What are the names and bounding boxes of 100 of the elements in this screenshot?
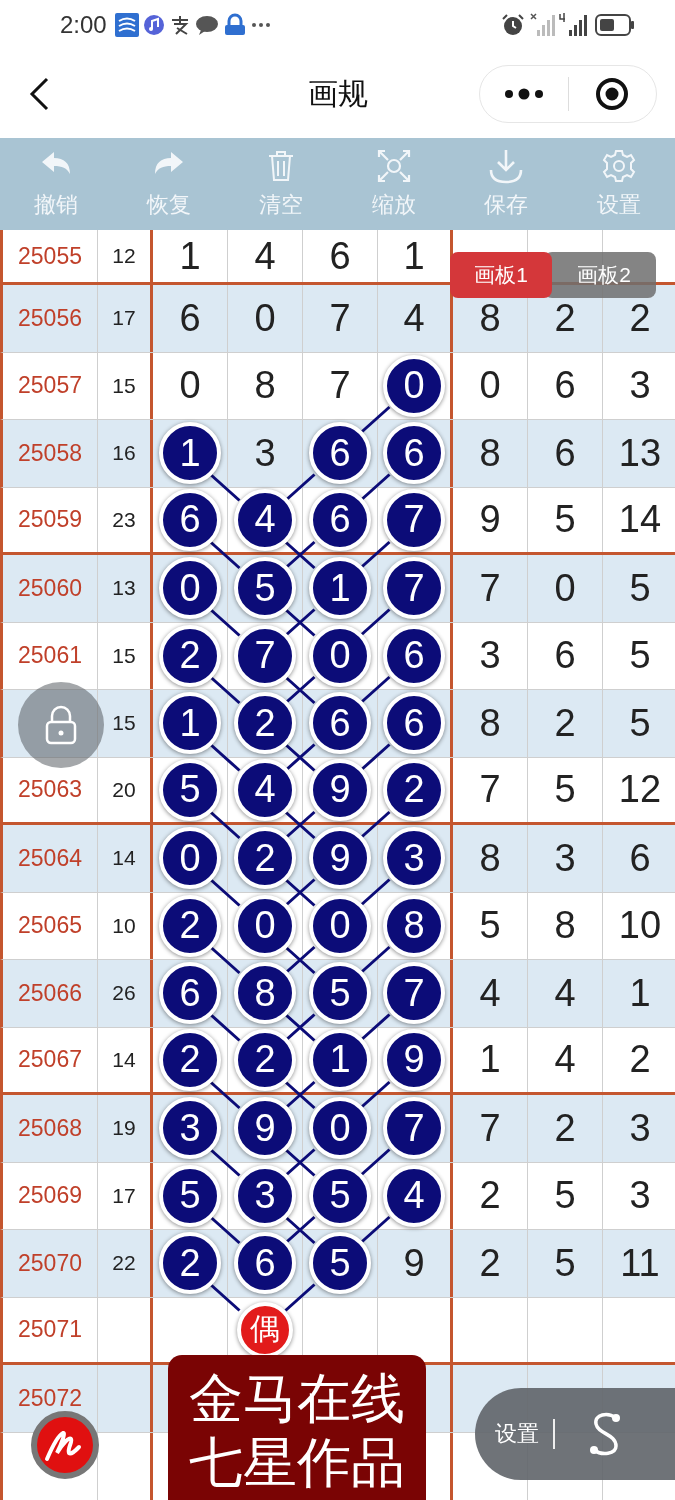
- table-cell: 1: [453, 1027, 528, 1092]
- marked-number[interactable]: 6: [309, 422, 371, 485]
- period-cell: 25057: [3, 352, 98, 419]
- marked-number[interactable]: 8: [234, 962, 296, 1025]
- period-cell: 25070: [3, 1230, 98, 1297]
- connector-line: [209, 473, 241, 502]
- table-cell[interactable]: 3: [228, 420, 303, 487]
- connector-line: [209, 1013, 241, 1042]
- marked-number[interactable]: 0: [309, 1097, 371, 1160]
- marked-number[interactable]: 0: [159, 557, 221, 620]
- connector-line: [359, 878, 391, 907]
- marked-number[interactable]: 6: [309, 692, 371, 755]
- table-cell: 1: [603, 960, 675, 1027]
- table-cell: 3: [528, 825, 603, 892]
- marked-number[interactable]: 2: [159, 1232, 221, 1295]
- table-cell: 3: [603, 352, 675, 419]
- period-cell: 25063: [3, 757, 98, 822]
- marked-number[interactable]: 5: [234, 557, 296, 620]
- page-title: 画规: [307, 76, 368, 110]
- marked-number[interactable]: 0: [159, 827, 221, 890]
- connector-line: [359, 405, 391, 435]
- marked-number[interactable]: 9: [309, 827, 371, 890]
- crossed-lines: [284, 878, 316, 907]
- marked-number[interactable]: 7: [383, 1097, 445, 1160]
- app-notification-icon: [114, 13, 139, 37]
- connector-line: [359, 675, 391, 705]
- crossed-lines: [284, 1215, 316, 1245]
- connector-line: [359, 743, 391, 772]
- crossed-lines: [284, 1013, 316, 1042]
- table-cell[interactable]: 0: [153, 352, 228, 419]
- period-cell: 25066: [3, 960, 98, 1027]
- back-icon[interactable]: [28, 77, 50, 111]
- table-cell[interactable]: 6: [153, 285, 228, 352]
- connector-line: [359, 473, 391, 502]
- marked-number[interactable]: 6: [383, 422, 445, 485]
- connector-line: [359, 1215, 391, 1245]
- table-cell: 5: [603, 555, 675, 622]
- marked-number[interactable]: 7: [383, 962, 445, 1025]
- connector-line: [359, 945, 391, 975]
- table-cell: 4: [453, 960, 528, 1027]
- marked-number[interactable]: 5: [309, 962, 371, 1025]
- period-cell: 25061: [3, 622, 98, 689]
- table-cell[interactable]: 1: [153, 230, 228, 282]
- table-cell[interactable]: 0: [228, 285, 303, 352]
- marked-number[interactable]: 2: [234, 827, 296, 890]
- marked-number[interactable]: 1: [309, 557, 371, 620]
- period-cell: 25069: [3, 1162, 98, 1229]
- marked-number[interactable]: 6: [159, 962, 221, 1025]
- period-cell: 25067: [3, 1027, 98, 1092]
- table-cell[interactable]: 6: [303, 230, 378, 282]
- table-cell: 10: [603, 892, 675, 959]
- marked-number[interactable]: 1: [159, 692, 221, 755]
- table-cell[interactable]: 8: [228, 352, 303, 419]
- period-cell: 25065: [3, 892, 98, 959]
- marked-number[interactable]: 9: [234, 1097, 296, 1160]
- period-cell: 25055: [3, 230, 98, 282]
- table-cell[interactable]: 7: [303, 352, 378, 419]
- zoom-icon: [375, 148, 412, 184]
- table-cell: 6: [528, 420, 603, 487]
- battery-icon: [595, 14, 635, 36]
- table-cell: 5: [603, 622, 675, 689]
- signal-icon: [529, 12, 555, 38]
- table-cell: 6: [528, 352, 603, 419]
- table-cell: 0: [453, 352, 528, 419]
- table-cell: 6: [603, 825, 675, 892]
- lock-icon: [43, 705, 79, 745]
- sum-cell: 20: [98, 757, 153, 822]
- board-tab[interactable]: 画板1: [450, 252, 552, 298]
- connector-line: [209, 608, 241, 637]
- crossed-lines: [284, 540, 316, 570]
- table-cell: 4: [528, 960, 603, 1027]
- marked-number[interactable]: 3: [383, 827, 445, 890]
- connector-line: [209, 945, 241, 975]
- marked-number[interactable]: 6: [383, 692, 445, 755]
- alarm-icon: [501, 13, 525, 37]
- settings-link[interactable]: 设置: [495, 1419, 539, 1449]
- crossed-lines: [284, 608, 316, 637]
- download-icon: [488, 148, 525, 184]
- more-icon[interactable]: [503, 88, 544, 100]
- table-cell: 14: [603, 487, 675, 552]
- table-cell[interactable]: 7: [303, 285, 378, 352]
- marked-number[interactable]: 2: [234, 692, 296, 755]
- marked-number[interactable]: 5: [309, 1232, 371, 1295]
- marked-number[interactable]: 3: [159, 1097, 221, 1160]
- table-cell: 2: [453, 1230, 528, 1297]
- table-cell: 7: [453, 1095, 528, 1162]
- connector-line: [359, 810, 391, 840]
- target-icon[interactable]: [595, 77, 630, 111]
- marked-number[interactable]: 1: [159, 422, 221, 485]
- marked-number[interactable]: 7: [383, 557, 445, 620]
- chat-icon: [194, 14, 219, 36]
- table-cell[interactable]: 4: [228, 230, 303, 282]
- table-cell: 5: [453, 892, 528, 959]
- table-cell: 11: [603, 1230, 675, 1297]
- marked-number[interactable]: 6: [234, 1232, 296, 1295]
- table-cell: 4: [528, 1027, 603, 1092]
- period-cell: 25071: [3, 1297, 98, 1362]
- period-cell: 25060: [3, 555, 98, 622]
- period-cell: 25056: [3, 285, 98, 352]
- table-cell: 13: [603, 420, 675, 487]
